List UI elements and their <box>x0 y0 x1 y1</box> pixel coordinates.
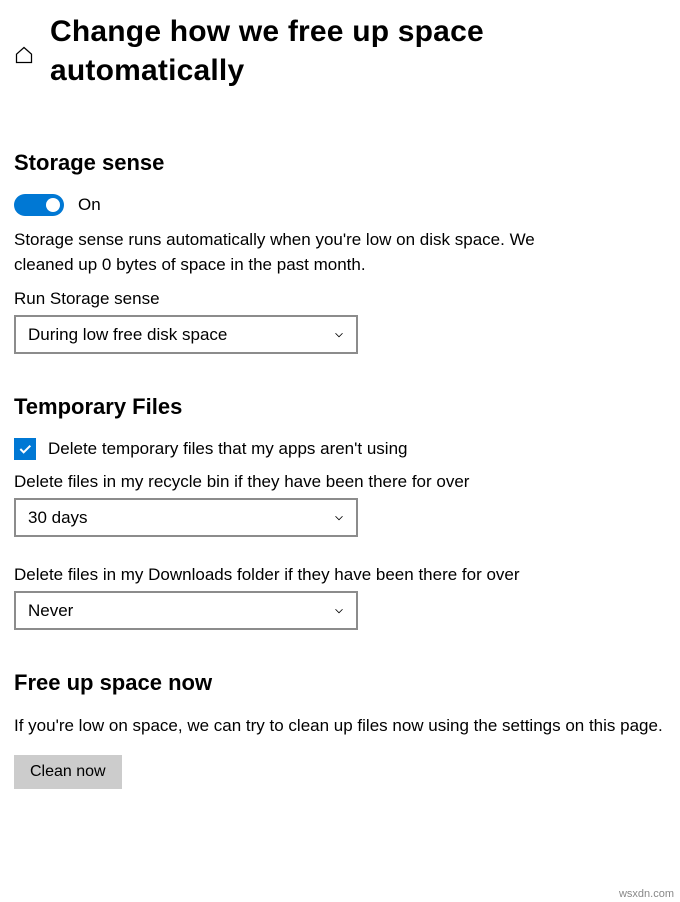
clean-now-button[interactable]: Clean now <box>14 755 122 789</box>
chevron-down-icon <box>332 511 346 525</box>
delete-temp-checkbox[interactable] <box>14 438 36 460</box>
recycle-bin-label: Delete files in my recycle bin if they h… <box>14 472 666 492</box>
storage-sense-toggle[interactable] <box>14 194 64 216</box>
downloads-select[interactable]: Never <box>14 591 358 630</box>
storage-sense-heading: Storage sense <box>14 150 666 176</box>
watermark: wsxdn.com <box>619 888 674 900</box>
downloads-value: Never <box>28 601 73 621</box>
run-storage-sense-label: Run Storage sense <box>14 289 666 309</box>
checkmark-icon <box>17 441 33 457</box>
home-icon[interactable] <box>14 45 34 71</box>
downloads-label: Delete files in my Downloads folder if t… <box>14 565 666 585</box>
temporary-files-heading: Temporary Files <box>14 394 666 420</box>
page-title: Change how we free up space automaticall… <box>50 12 666 90</box>
free-up-space-heading: Free up space now <box>14 670 666 696</box>
delete-temp-label: Delete temporary files that my apps aren… <box>48 439 407 459</box>
recycle-bin-value: 30 days <box>28 508 88 528</box>
storage-sense-description: Storage sense runs automatically when yo… <box>14 228 544 277</box>
run-storage-sense-select[interactable]: During low free disk space <box>14 315 358 354</box>
run-storage-sense-value: During low free disk space <box>28 325 227 345</box>
free-up-space-description: If you're low on space, we can try to cl… <box>14 714 666 739</box>
chevron-down-icon <box>332 328 346 342</box>
storage-sense-toggle-label: On <box>78 195 101 215</box>
chevron-down-icon <box>332 604 346 618</box>
recycle-bin-select[interactable]: 30 days <box>14 498 358 537</box>
